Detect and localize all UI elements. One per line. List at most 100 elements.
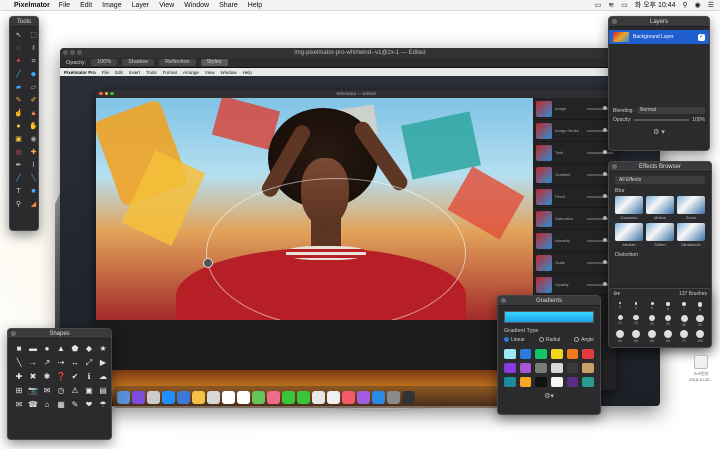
brush-preset[interactable]: 10 [614, 314, 626, 328]
inner-fx-row[interactable]: Opacity [533, 274, 616, 296]
shape-item[interactable]: ▬ [29, 345, 37, 353]
gradient-swatch[interactable] [519, 377, 532, 387]
close-icon[interactable] [612, 19, 617, 24]
notes-icon[interactable] [192, 390, 205, 404]
gradient-swatch[interactable] [566, 349, 579, 359]
gradient-swatch[interactable] [582, 377, 594, 387]
tab-styles[interactable]: Styles [200, 59, 228, 66]
shape-item[interactable]: ↔ [71, 359, 79, 367]
shape-icon[interactable]: ╱ [14, 174, 23, 183]
menu-file[interactable]: File [59, 2, 70, 9]
gradient-swatch[interactable] [566, 363, 579, 373]
contacts-icon[interactable] [207, 390, 220, 404]
lasso-icon[interactable]: ℓ [29, 44, 38, 53]
brush-preset[interactable]: 7 [678, 302, 690, 312]
menu-image[interactable]: Image [102, 2, 121, 9]
wifi-icon[interactable]: ≋ [608, 1, 614, 9]
shape-item[interactable]: ✖ [29, 373, 37, 381]
inner-fx-row[interactable]: Scale [533, 252, 616, 274]
sponge-icon[interactable]: ▣ [14, 135, 23, 144]
close-dot-icon[interactable] [63, 50, 68, 55]
gradient-type-linear[interactable]: Linear [504, 337, 525, 343]
inner-menu-app[interactable]: Pixelmator Pro [64, 70, 96, 75]
shape-item[interactable]: ▲ [57, 345, 65, 353]
gradient-swatch[interactable] [535, 363, 547, 373]
menu-layer[interactable]: Layer [132, 2, 150, 9]
inner-menu-item[interactable]: View [205, 70, 215, 75]
brush-preset[interactable]: 100 [694, 330, 706, 343]
burn-icon[interactable]: ✋ [29, 122, 38, 131]
gradient-swatch[interactable] [566, 377, 579, 387]
menu-window[interactable]: Window [184, 2, 209, 9]
gradient-type-angle[interactable]: Angle [574, 337, 594, 343]
shape-item[interactable]: ⊞ [15, 387, 23, 395]
gradient-swatch[interactable] [535, 349, 547, 359]
pixelmator-dock-icon[interactable] [402, 390, 415, 404]
inner-zoom-icon[interactable] [110, 91, 114, 95]
gradient-swatch[interactable] [519, 363, 532, 373]
gradient-swatch[interactable] [504, 349, 516, 359]
layer-opacity-value[interactable]: 100% [692, 117, 705, 123]
shape-item[interactable]: ▶ [99, 359, 107, 367]
zoom-dot-icon[interactable] [77, 50, 82, 55]
sharpen-icon[interactable]: ▲ [29, 109, 38, 118]
arrow-icon[interactable]: ↖ [14, 31, 23, 40]
close-icon[interactable] [501, 298, 506, 303]
shape-item[interactable]: ❤ [85, 401, 93, 409]
gradient-swatch[interactable] [551, 363, 563, 373]
inner-menu-item[interactable]: File [102, 70, 109, 75]
inner-menu-item[interactable]: Format [163, 70, 177, 75]
effect-soften[interactable]: Soften [646, 223, 674, 247]
photo-canvas[interactable] [96, 98, 533, 320]
shape-item[interactable]: ⤢ [85, 359, 93, 367]
system-preferences-icon[interactable] [387, 390, 400, 404]
inner-menu-item[interactable]: Help [243, 70, 252, 75]
siri-dock-icon[interactable] [132, 390, 145, 404]
app-store-icon[interactable] [372, 390, 385, 404]
eyedropper-icon[interactable]: ╱ [14, 70, 23, 79]
freeform-pen-icon[interactable]: ⌇ [29, 161, 38, 170]
gradient-icon[interactable]: ▰ [14, 83, 23, 92]
shape-item[interactable]: ✎ [71, 401, 79, 409]
effect-motion[interactable]: Motion [646, 196, 674, 220]
shape-item[interactable]: ℹ [85, 373, 93, 381]
effect-miniaturize[interactable]: Miniaturize [677, 223, 705, 247]
layers-add-icon[interactable]: ⚙ ▾ [609, 128, 709, 136]
brushes-settings-icon[interactable]: ⚙▾ [613, 291, 620, 297]
gradient-swatch[interactable] [504, 377, 516, 387]
finder-icon[interactable] [117, 390, 130, 404]
shape-item[interactable]: ╲ [15, 359, 23, 367]
inner-fx-row[interactable]: Twirl [533, 142, 616, 164]
gradient-type-radial[interactable]: Radial [538, 337, 560, 343]
shape-item[interactable]: ★ [99, 345, 107, 353]
news-icon[interactable] [312, 390, 325, 404]
menu-app-name[interactable]: Pixelmator [14, 2, 50, 9]
battery-icon[interactable]: ▭ [621, 1, 628, 9]
whirl-handle[interactable] [203, 258, 213, 268]
layer-visibility-checkbox[interactable]: ✓ [698, 33, 705, 41]
shape-item[interactable]: ❓ [56, 373, 66, 381]
shape-item[interactable]: ● [43, 345, 51, 353]
inner-menu-item[interactable]: Tools [146, 70, 157, 75]
shape-item[interactable]: ✱ [43, 373, 51, 381]
desktop-screenshot-file[interactable]: 스크린샷 2018-10-30... [688, 355, 714, 382]
brush-preset[interactable]: 4 [630, 302, 642, 312]
dodge-icon[interactable]: ● [14, 122, 23, 131]
rect-select-icon[interactable]: ⬚ [29, 31, 38, 40]
inner-menu-item[interactable]: Insert [129, 70, 140, 75]
effects-filter-select[interactable]: All Effects [615, 176, 705, 184]
menu-view[interactable]: View [159, 2, 174, 9]
shape-item[interactable]: ☎ [28, 401, 38, 409]
line-icon[interactable]: ╲ [29, 174, 38, 183]
shape-item[interactable]: ✉ [15, 401, 23, 409]
shape-item[interactable]: ☂ [99, 401, 107, 409]
gradient-preview-bar[interactable] [504, 311, 594, 323]
maps-icon[interactable] [252, 390, 265, 404]
gradients-settings-icon[interactable]: ⚙▾ [498, 392, 600, 400]
facetime-icon[interactable] [297, 390, 310, 404]
photos-icon[interactable] [267, 390, 280, 404]
gradient-swatch[interactable] [582, 349, 594, 359]
gradient-swatch[interactable] [582, 363, 594, 373]
ellipse-select-icon[interactable]: ◌ [14, 44, 23, 53]
brush-icon[interactable]: ✎ [14, 96, 23, 105]
